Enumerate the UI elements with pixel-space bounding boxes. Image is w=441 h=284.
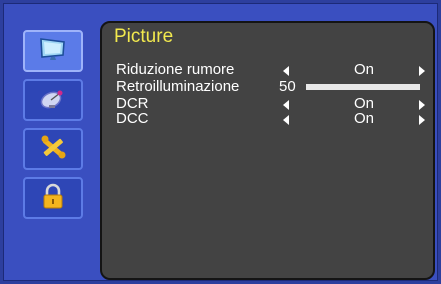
arrow-right-icon[interactable] bbox=[419, 115, 425, 125]
menu-row-label: Retroilluminazione bbox=[116, 78, 240, 95]
menu-row-value: On bbox=[354, 61, 375, 78]
osd-window: Picture Riduzione rumore On Retroillumin… bbox=[3, 3, 438, 281]
monitor-icon bbox=[38, 36, 68, 67]
slider-fill bbox=[306, 84, 420, 90]
sidebar-item-channel[interactable] bbox=[23, 79, 83, 121]
picture-menu-panel: Picture Riduzione rumore On Retroillumin… bbox=[100, 21, 435, 280]
menu-row-riduzione-rumore[interactable]: Riduzione rumore On bbox=[116, 61, 425, 78]
satellite-dish-icon bbox=[38, 85, 68, 116]
arrow-right-icon[interactable] bbox=[419, 66, 425, 76]
backlight-slider[interactable] bbox=[306, 84, 420, 90]
arrow-left-icon[interactable] bbox=[283, 115, 289, 125]
arrow-right-icon[interactable] bbox=[419, 100, 425, 110]
tools-icon bbox=[38, 134, 68, 165]
menu-title: Picture bbox=[114, 26, 174, 47]
menu-row-retroilluminazione[interactable]: Retroilluminazione 50 bbox=[116, 79, 421, 95]
menu-row-label: Riduzione rumore bbox=[116, 61, 235, 78]
sidebar-item-lock[interactable] bbox=[23, 177, 83, 219]
sidebar-item-setup[interactable] bbox=[23, 128, 83, 170]
arrow-left-icon[interactable] bbox=[283, 100, 289, 110]
menu-row-value: On bbox=[354, 110, 375, 127]
menu-row-dcc[interactable]: DCC On bbox=[116, 110, 425, 127]
slider-value: 50 bbox=[279, 78, 296, 95]
menu-row-label: DCC bbox=[116, 110, 149, 127]
arrow-left-icon[interactable] bbox=[283, 66, 289, 76]
lock-icon bbox=[40, 182, 66, 215]
sidebar-item-picture[interactable] bbox=[23, 30, 83, 72]
menu-row-dcr[interactable]: DCR On bbox=[116, 96, 425, 112]
